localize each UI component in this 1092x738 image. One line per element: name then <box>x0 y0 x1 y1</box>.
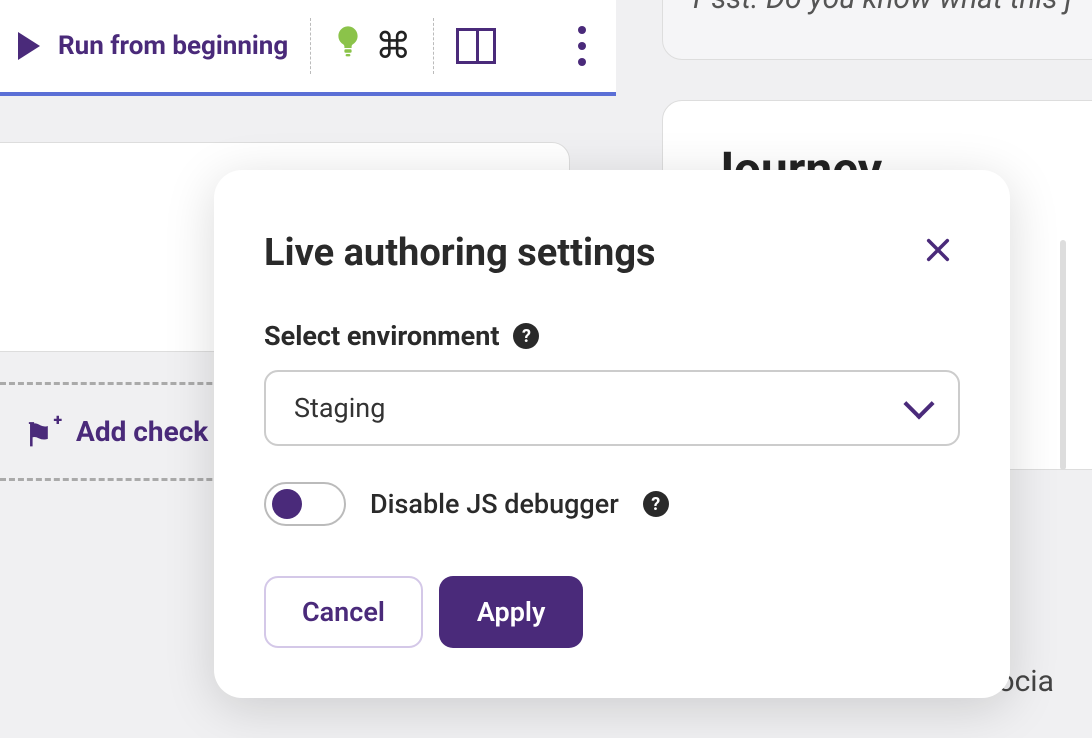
lightbulb-icon[interactable] <box>333 24 363 69</box>
hint-card: Psst. Do you know what this j <box>662 0 1092 60</box>
toggle-knob <box>272 489 302 519</box>
disable-js-row: Disable JS debugger ? <box>264 482 960 526</box>
help-icon[interactable]: ? <box>643 491 669 517</box>
right-scrollbar[interactable] <box>1060 240 1066 470</box>
modal-button-row: Cancel Apply <box>264 576 960 648</box>
cancel-button[interactable]: Cancel <box>264 576 423 648</box>
cancel-label: Cancel <box>302 596 385 628</box>
environment-select-wrap: Staging <box>264 370 960 446</box>
modal-title: Live authoring settings <box>264 231 656 275</box>
play-icon <box>18 32 40 60</box>
command-icon[interactable]: ⌘ <box>375 25 411 67</box>
select-env-text: Select environment <box>264 320 499 352</box>
run-button-label: Run from beginning <box>58 31 288 61</box>
live-authoring-settings-modal: Live authoring settings Select environme… <box>214 170 1010 698</box>
divider <box>433 18 434 74</box>
apply-button[interactable]: Apply <box>439 576 584 648</box>
top-toolbar: Run from beginning ⌘ <box>0 0 616 96</box>
more-menu-icon[interactable] <box>566 26 598 66</box>
chevron-down-icon <box>903 388 934 419</box>
close-icon[interactable] <box>916 230 960 276</box>
disable-js-toggle[interactable] <box>264 482 346 526</box>
select-environment-label: Select environment ? <box>264 320 960 352</box>
divider <box>310 18 311 74</box>
hint-text: Psst. Do you know what this j <box>693 0 1072 16</box>
disable-js-label: Disable JS debugger <box>370 488 619 520</box>
flag-plus-icon <box>24 416 56 448</box>
split-panel-icon[interactable] <box>456 28 496 64</box>
modal-header: Live authoring settings <box>264 230 960 276</box>
environment-select[interactable]: Staging <box>264 370 960 446</box>
environment-value: Staging <box>294 392 385 424</box>
apply-label: Apply <box>477 596 546 628</box>
help-icon[interactable]: ? <box>513 323 539 349</box>
run-from-beginning-button[interactable]: Run from beginning <box>18 31 288 61</box>
add-check-label: Add check <box>76 415 208 448</box>
